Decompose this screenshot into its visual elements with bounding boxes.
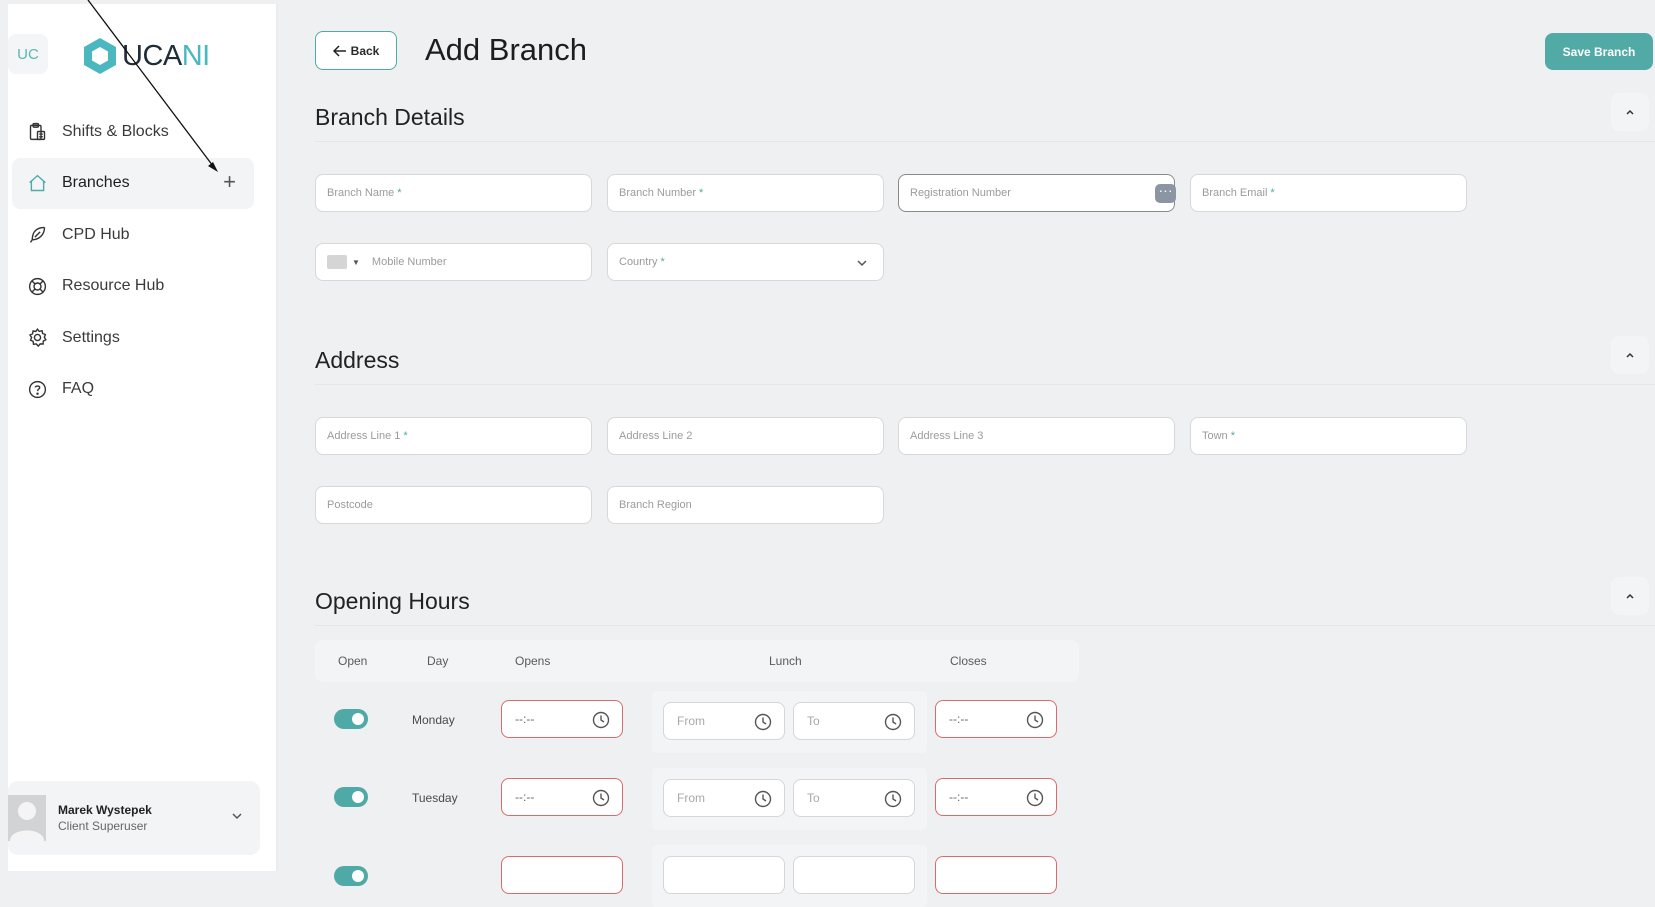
lunch-to-input[interactable]	[793, 856, 915, 894]
clock-icon	[754, 790, 772, 808]
question-circle-icon	[26, 378, 48, 400]
clock-icon	[754, 713, 772, 731]
back-label: Back	[350, 43, 380, 58]
country-select[interactable]: Country *	[607, 243, 884, 281]
address-line-1-field[interactable]: Address Line 1 *	[315, 417, 592, 455]
clipboard-icon	[26, 121, 48, 143]
sidebar-item-label: CPD Hub	[62, 225, 130, 243]
sidebar-item-label: Settings	[62, 328, 120, 346]
open-toggle[interactable]	[334, 709, 368, 729]
lunch-to-input[interactable]: To	[793, 779, 915, 817]
clock-icon	[884, 713, 902, 731]
registration-number-field[interactable]: Registration Number ···	[898, 174, 1176, 212]
logo-text-teal: NI	[181, 39, 211, 72]
column-header-opens: Opens	[515, 654, 551, 668]
branch-name-field[interactable]: Branch Name *	[315, 174, 592, 212]
clock-icon	[592, 789, 610, 807]
caret-down-icon[interactable]: ▼	[352, 258, 360, 267]
sidebar-item-label: Branches	[62, 174, 130, 192]
add-branch-plus-icon[interactable]: +	[223, 170, 236, 193]
user-role: Client Superuser	[58, 819, 148, 833]
lunch-from-input[interactable]: From	[663, 702, 785, 740]
sidebar-item-label: Resource Hub	[62, 277, 165, 295]
logo-text-dark: UCA	[122, 39, 182, 72]
sidebar-item-label: FAQ	[62, 380, 95, 398]
section-title: Address	[315, 347, 400, 373]
arrow-left-icon	[332, 44, 346, 57]
column-header-day: Day	[427, 654, 449, 668]
uc-badge[interactable]: UC	[8, 34, 48, 74]
chevron-down-icon[interactable]	[230, 809, 244, 823]
clock-icon	[592, 711, 610, 729]
gear-icon	[26, 327, 48, 349]
column-header-closes: Closes	[950, 654, 987, 668]
back-button[interactable]: Back	[315, 31, 397, 70]
branch-number-field[interactable]: Branch Number *	[607, 174, 884, 212]
user-silhouette-icon	[10, 802, 44, 841]
main-content: Back Add Branch Save Branch Branch Detai…	[315, 4, 1655, 907]
collapse-opening-hours-button[interactable]	[1611, 577, 1649, 615]
clock-icon	[884, 790, 902, 808]
section-title: Branch Details	[315, 104, 465, 130]
column-header-open: Open	[338, 654, 368, 668]
save-branch-button[interactable]: Save Branch	[1545, 33, 1653, 70]
day-label: Monday	[412, 713, 455, 727]
more-dots-icon[interactable]: ···	[1155, 183, 1176, 203]
branch-email-field[interactable]: Branch Email *	[1190, 174, 1467, 212]
postcode-field[interactable]: Postcode	[315, 486, 592, 524]
lunch-from-input[interactable]	[663, 856, 785, 894]
closes-time-input[interactable]: --:--	[935, 700, 1057, 738]
logo-hexagon-icon	[84, 38, 116, 74]
town-field[interactable]: Town *	[1190, 417, 1467, 455]
branch-region-field[interactable]: Branch Region	[607, 486, 884, 524]
collapse-address-button[interactable]	[1611, 336, 1649, 374]
sidebar-item-faq[interactable]: FAQ	[12, 364, 254, 415]
avatar	[8, 795, 46, 841]
lifebuoy-icon	[26, 275, 48, 297]
section-title: Opening Hours	[315, 588, 470, 614]
sidebar-item-label: Shifts & Blocks	[62, 122, 169, 140]
sidebar-item-branches[interactable]: Branches +	[12, 157, 254, 209]
user-name: Marek Wystepek	[58, 803, 152, 817]
sidebar-item-cpd-hub[interactable]: CPD Hub	[12, 209, 254, 260]
opening-hours-table-header: Open Day Opens Lunch Closes	[315, 640, 1079, 682]
opens-time-input[interactable]: --:--	[501, 778, 623, 816]
address-line-2-field[interactable]: Address Line 2	[607, 417, 884, 455]
opens-time-input[interactable]: --:--	[501, 700, 623, 738]
ucani-logo[interactable]: UCANI	[80, 34, 210, 78]
clock-icon	[1026, 711, 1044, 729]
collapse-branch-details-button[interactable]	[1611, 93, 1649, 131]
chevron-down-icon	[857, 260, 867, 267]
chevron-up-icon	[1626, 593, 1634, 599]
clock-icon	[1026, 789, 1044, 807]
opening-hours-section-header: Opening Hours	[315, 577, 1655, 626]
day-label: Tuesday	[412, 791, 458, 805]
sidebar-item-resource-hub[interactable]: Resource Hub	[12, 261, 254, 312]
column-header-lunch: Lunch	[769, 654, 802, 668]
open-toggle[interactable]	[334, 866, 368, 886]
chevron-up-icon	[1626, 109, 1634, 115]
lunch-from-input[interactable]: From	[663, 779, 785, 817]
mobile-number-field[interactable]: ▼ Mobile Number	[315, 243, 592, 281]
lunch-to-input[interactable]: To	[793, 702, 915, 740]
sidebar: UC UCANI Shifts & Blocks Branches + CPD …	[8, 4, 278, 871]
home-icon	[26, 172, 48, 194]
chevron-up-icon	[1626, 352, 1634, 358]
flag-icon[interactable]	[327, 255, 347, 269]
open-toggle[interactable]	[334, 787, 368, 807]
user-menu[interactable]: Marek Wystepek Client Superuser	[8, 781, 260, 855]
address-section-header: Address	[315, 336, 1655, 385]
address-line-3-field[interactable]: Address Line 3	[898, 417, 1175, 455]
page-title: Add Branch	[425, 32, 587, 67]
branch-details-section-header: Branch Details	[315, 93, 1655, 142]
closes-time-input[interactable]: --:--	[935, 778, 1057, 816]
feather-icon	[26, 224, 48, 246]
sidebar-nav: Shifts & Blocks Branches + CPD Hub Resou…	[12, 106, 254, 416]
sidebar-item-shifts-blocks[interactable]: Shifts & Blocks	[12, 106, 254, 157]
opens-time-input[interactable]	[501, 856, 623, 894]
sidebar-item-settings[interactable]: Settings	[12, 312, 254, 363]
closes-time-input[interactable]	[935, 856, 1057, 894]
